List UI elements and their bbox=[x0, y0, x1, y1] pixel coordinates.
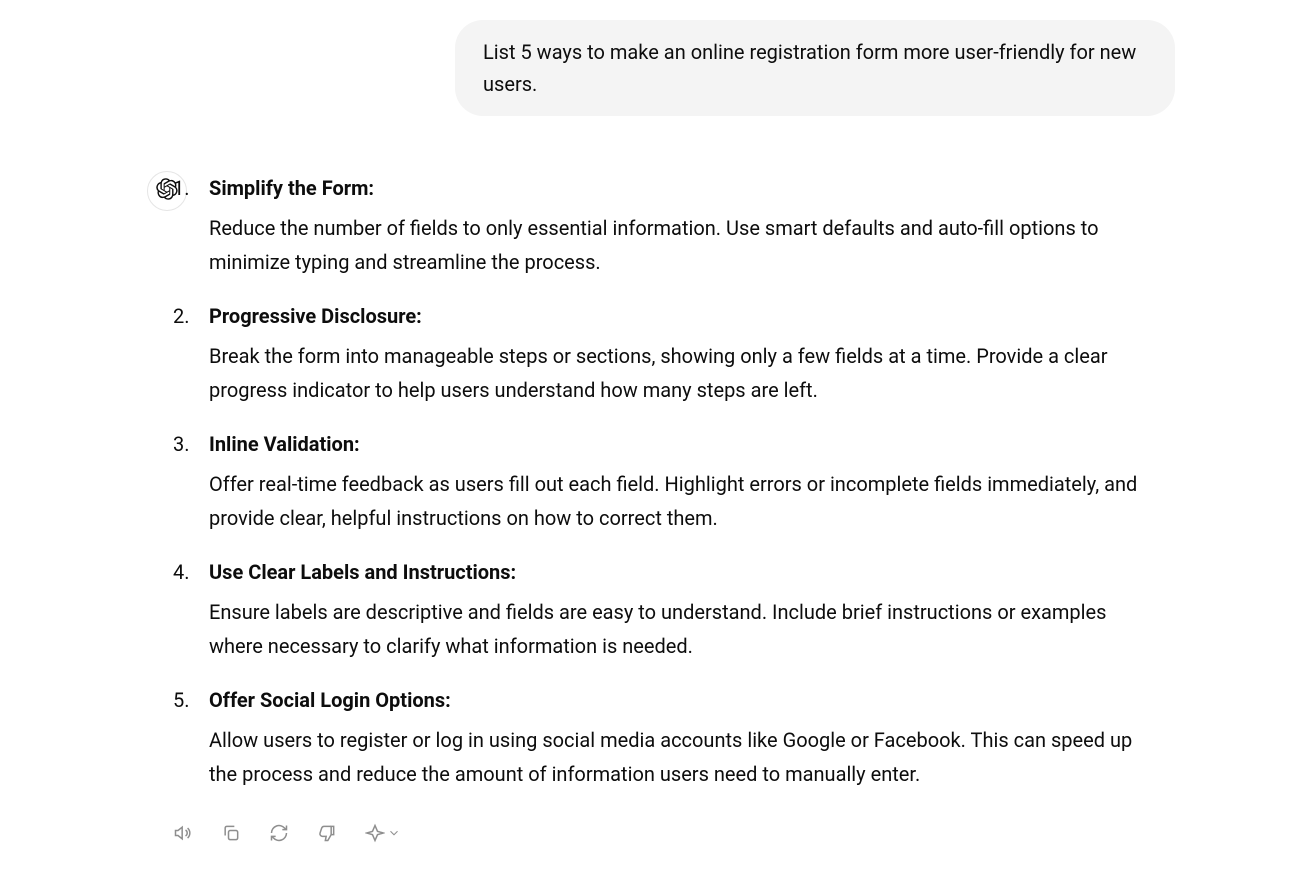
user-message-row: List 5 ways to make an online registrati… bbox=[105, 20, 1185, 116]
regenerate-button[interactable] bbox=[265, 819, 293, 850]
answer-list: Simplify the Form: Reduce the number of … bbox=[173, 171, 1165, 791]
list-item-title: Use Clear Labels and Instructions: bbox=[209, 560, 516, 584]
list-item-body: Allow users to register or log in using … bbox=[209, 723, 1165, 791]
list-item-body: Reduce the number of fields to only esse… bbox=[209, 211, 1165, 279]
refresh-icon bbox=[269, 823, 289, 846]
list-item-title: Offer Social Login Options: bbox=[209, 688, 451, 712]
user-message-text: List 5 ways to make an online registrati… bbox=[483, 40, 1136, 96]
list-item-body: Ensure labels are descriptive and fields… bbox=[209, 595, 1165, 663]
chevron-down-icon bbox=[387, 826, 401, 843]
list-item: Offer Social Login Options: Allow users … bbox=[173, 683, 1165, 791]
read-aloud-button[interactable] bbox=[169, 819, 197, 850]
list-item: Simplify the Form: Reduce the number of … bbox=[173, 171, 1165, 279]
speaker-icon bbox=[173, 823, 193, 846]
user-message-bubble: List 5 ways to make an online registrati… bbox=[455, 20, 1175, 116]
conversation: List 5 ways to make an online registrati… bbox=[105, 0, 1185, 870]
list-item: Progressive Disclosure: Break the form i… bbox=[173, 299, 1165, 407]
assistant-message-content: Simplify the Form: Reduce the number of … bbox=[173, 171, 1185, 850]
assistant-avatar-column bbox=[105, 171, 149, 211]
copy-icon bbox=[221, 823, 241, 846]
list-item-title: Progressive Disclosure: bbox=[209, 304, 422, 328]
list-item: Use Clear Labels and Instructions: Ensur… bbox=[173, 555, 1165, 663]
bad-response-button[interactable] bbox=[313, 819, 341, 850]
message-action-bar bbox=[169, 819, 1165, 850]
copy-button[interactable] bbox=[217, 819, 245, 850]
model-selector-button[interactable] bbox=[361, 819, 405, 850]
list-item-title: Simplify the Form: bbox=[209, 176, 374, 200]
assistant-message-row: Simplify the Form: Reduce the number of … bbox=[105, 171, 1185, 850]
list-item-body: Offer real-time feedback as users fill o… bbox=[209, 467, 1165, 535]
list-item-title: Inline Validation: bbox=[209, 432, 360, 456]
thumbs-down-icon bbox=[317, 823, 337, 846]
list-item: Inline Validation: Offer real-time feedb… bbox=[173, 427, 1165, 535]
list-item-body: Break the form into manageable steps or … bbox=[209, 339, 1165, 407]
sparkle-icon bbox=[365, 823, 385, 846]
